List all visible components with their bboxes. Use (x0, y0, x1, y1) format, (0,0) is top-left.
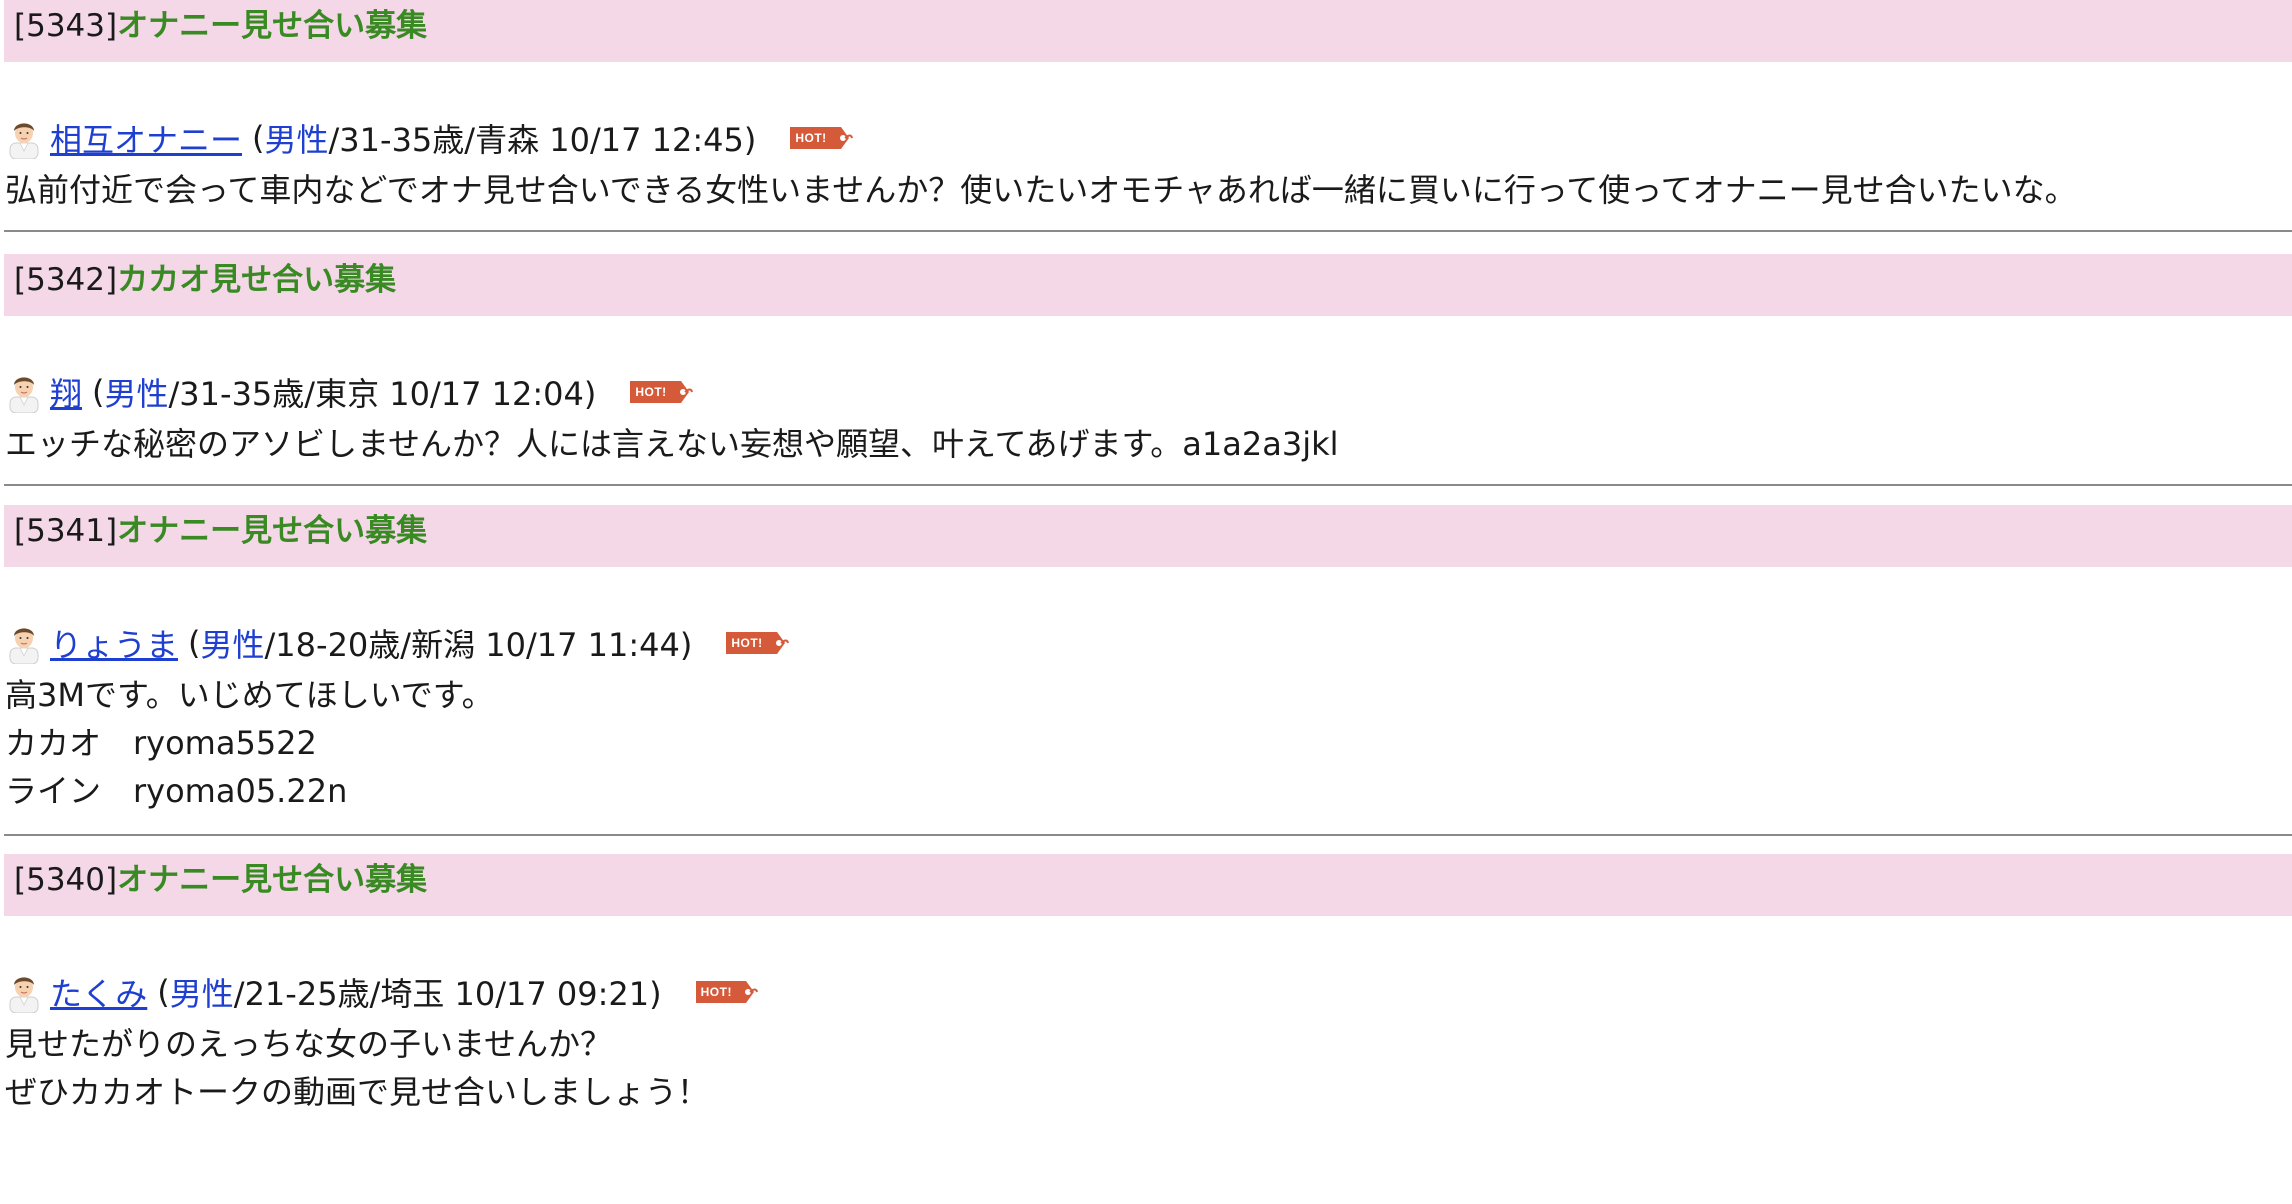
post-details: /21-25歳/埼玉 10/17 09:21) (233, 975, 662, 1013)
tag-hook-icon (737, 981, 758, 1003)
post-number: [5343] (14, 8, 118, 44)
hot-badge-label: HOT! (790, 127, 833, 149)
post-title[interactable]: オナニー見せ合い募集 (117, 513, 427, 549)
body-line: 弘前付近で会って車内などでオナ見せ合いできる女性いませんか？使いたいオモチャあれ… (5, 171, 2077, 209)
post-5340: [5340]オナニー見せ合い募集 たくみ (男性/21-25歳/埼玉 10/17… (0, 854, 2292, 1204)
post-header: [5341]オナニー見せ合い募集 (4, 505, 2292, 567)
body-line: ライン ryoma05.22n (5, 772, 348, 810)
post-body: 高3Mです。いじめてほしいです。 カカオ ryoma5522 ライン ryoma… (5, 671, 494, 815)
hot-tag-icon: HOT! (695, 981, 758, 1003)
paren-open: ( (157, 973, 170, 1011)
gender-link[interactable]: 男性 (201, 620, 265, 666)
post-meta: 翔 (男性/31-35歳/東京 10/17 12:04) HOT! (6, 369, 693, 415)
hot-tag-icon: HOT! (790, 127, 853, 149)
body-line: 見せたがりのえっちな女の子いませんか？ (5, 1025, 613, 1063)
post-header: [5343]オナニー見せ合い募集 (4, 0, 2292, 62)
post-body: 弘前付近で会って車内などでオナ見せ合いできる女性いませんか？使いたいオモチャあれ… (5, 166, 2077, 214)
post-divider (4, 484, 2292, 486)
male-user-avatar-icon (9, 377, 39, 413)
username-link[interactable]: りょうま (50, 620, 178, 666)
hot-tag-icon: HOT! (630, 381, 693, 403)
post-number: [5341] (14, 513, 118, 549)
post-meta: たくみ (男性/21-25歳/埼玉 10/17 09:21) HOT! (6, 969, 758, 1015)
paren-open: ( (252, 119, 265, 157)
post-title[interactable]: オナニー見せ合い募集 (117, 8, 427, 44)
post-details: /18-20歳/新潟 10/17 11:44) (264, 626, 693, 664)
gender-link[interactable]: 男性 (170, 969, 234, 1015)
hot-badge-label: HOT! (630, 381, 673, 403)
username-link[interactable]: たくみ (50, 969, 147, 1015)
post-divider (4, 834, 2292, 836)
post-header: [5340]オナニー見せ合い募集 (4, 854, 2292, 916)
tag-hook-icon (672, 381, 693, 403)
male-user-avatar-icon (9, 123, 39, 159)
post-details: /31-35歳/青森 10/17 12:45) (328, 121, 757, 159)
post-header: [5342]カカオ見せ合い募集 (4, 254, 2292, 316)
post-number: [5342] (14, 262, 118, 298)
username-link[interactable]: 相互オナニー (50, 115, 242, 161)
post-details: /31-35歳/東京 10/17 12:04) (168, 375, 597, 413)
post-title[interactable]: カカオ見せ合い募集 (117, 262, 396, 298)
post-divider (4, 230, 2292, 232)
post-meta: りょうま (男性/18-20歳/新潟 10/17 11:44) HOT! (6, 620, 789, 666)
post-body: エッチな秘密のアソビしませんか？人には言えない妄想や願望、叶えてあげます。a1a… (5, 420, 1339, 468)
body-line: 高3Mです。いじめてほしいです。 (5, 676, 494, 714)
gender-link[interactable]: 男性 (105, 369, 169, 415)
post-meta: 相互オナニー (男性/31-35歳/青森 10/17 12:45) HOT! (6, 115, 853, 161)
male-user-avatar-icon (9, 977, 39, 1013)
post-body: 見せたがりのえっちな女の子いませんか？ ぜひカカオトークの動画で見せ合いしましょ… (5, 1020, 709, 1116)
body-line: カカオ ryoma5522 (5, 724, 317, 762)
username-link[interactable]: 翔 (50, 369, 82, 415)
paren-open: ( (188, 624, 201, 662)
tag-hook-icon (832, 127, 853, 149)
hot-tag-icon: HOT! (726, 632, 789, 654)
tag-hook-icon (768, 632, 789, 654)
body-line: ぜひカカオトークの動画で見せ合いしましょう！ (5, 1073, 710, 1111)
gender-link[interactable]: 男性 (265, 115, 329, 161)
post-title[interactable]: オナニー見せ合い募集 (117, 862, 427, 898)
body-line: エッチな秘密のアソビしませんか？人には言えない妄想や願望、叶えてあげます。a1a… (5, 425, 1339, 463)
paren-open: ( (92, 373, 105, 411)
post-number: [5340] (14, 862, 118, 898)
male-user-avatar-icon (9, 628, 39, 664)
hot-badge-label: HOT! (695, 981, 738, 1003)
post-5341: [5341]オナニー見せ合い募集 りょうま (男性/18-20歳/新潟 10/1… (0, 505, 2292, 855)
hot-badge-label: HOT! (726, 632, 769, 654)
